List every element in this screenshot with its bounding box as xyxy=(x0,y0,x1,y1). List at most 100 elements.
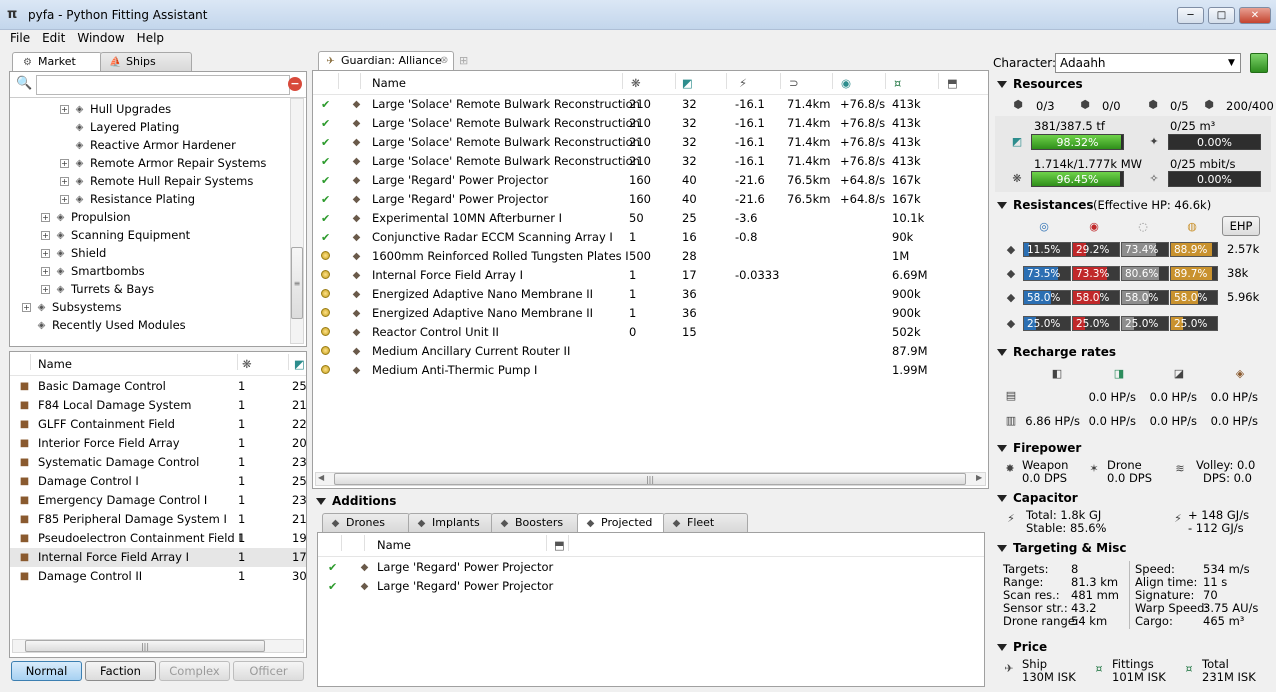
firepower-header[interactable]: Firepower xyxy=(997,441,1081,455)
resistances-header[interactable]: Resistances xyxy=(997,198,1094,212)
meta-faction-button[interactable]: Faction xyxy=(85,661,156,681)
projected-name-header[interactable]: Name xyxy=(377,533,411,557)
menu-file[interactable]: File xyxy=(4,30,36,46)
price-header-icon[interactable]: ¤ xyxy=(894,71,901,95)
cpu-header-icon[interactable]: ❋ xyxy=(631,71,641,95)
module-active-icon[interactable]: ✔ xyxy=(321,133,330,152)
close-button[interactable]: ✕ xyxy=(1239,7,1271,24)
expand-icon[interactable]: + xyxy=(41,267,50,276)
fit-module-row[interactable]: ✔ ◆ Large 'Solace' Remote Bulwark Reconstr… xyxy=(313,95,988,114)
module-active-icon[interactable]: ✔ xyxy=(328,577,337,596)
menu-window[interactable]: Window xyxy=(71,30,130,46)
fit-module-row[interactable]: ✔ ◆ Large 'Solace' Remote Bulwark Reconstr… xyxy=(313,152,988,171)
market-item-row[interactable]: ■ Systematic Damage Control 1 23 xyxy=(10,453,306,472)
module-online-icon[interactable] xyxy=(321,323,330,342)
expand-icon[interactable]: + xyxy=(60,195,69,204)
fit-module-row[interactable]: ✔ ◆ Large 'Regard' Power Projector 160 40 -21… xyxy=(313,190,988,209)
tab-ships[interactable]: ⛵ Ships xyxy=(100,52,192,71)
recharge-header[interactable]: Recharge rates xyxy=(997,345,1116,359)
repair-header-icon[interactable]: ◉ xyxy=(841,71,851,95)
module-online-icon[interactable] xyxy=(321,266,330,285)
module-active-icon[interactable]: ✔ xyxy=(321,95,330,114)
ammo-header-icon[interactable]: ⬒ xyxy=(947,71,958,95)
fit-name-header[interactable]: Name xyxy=(372,71,406,95)
column-name-header[interactable]: Name xyxy=(38,352,72,376)
fit-module-row[interactable]: ✔ ◆ Large 'Regard' Power Projector 160 40 -21… xyxy=(313,171,988,190)
expand-icon[interactable]: + xyxy=(41,231,50,240)
resources-header[interactable]: Resources xyxy=(997,77,1083,91)
market-tree-scrollbar[interactable]: ≡ xyxy=(290,98,304,344)
expand-icon[interactable]: + xyxy=(22,303,31,312)
market-item-row[interactable]: ■ GLFF Containment Field 1 22 xyxy=(10,415,306,434)
minimize-button[interactable]: ─ xyxy=(1177,7,1204,24)
market-item-row[interactable]: ■ Damage Control I 1 25 xyxy=(10,472,306,491)
market-item-row[interactable]: ■ Basic Damage Control 1 25 xyxy=(10,377,306,396)
market-item-row[interactable]: ■ Interior Force Field Array 1 20 xyxy=(10,434,306,453)
module-active-icon[interactable]: ✔ xyxy=(321,114,330,133)
price-header[interactable]: Price xyxy=(997,640,1047,654)
character-editor-icon[interactable] xyxy=(1250,53,1268,73)
module-online-icon[interactable] xyxy=(321,342,330,361)
market-tree-item[interactable]: ◈ Reactive Armor Hardener xyxy=(60,136,236,154)
fit-module-row[interactable]: ◆ Internal Force Field Array I 1 17 -0.0333 6… xyxy=(313,266,988,285)
fit-module-row[interactable]: ✔ ◆ Large 'Solace' Remote Bulwark Reconstr… xyxy=(313,114,988,133)
market-items-hscrollbar[interactable]: ||| xyxy=(12,639,304,653)
ehp-toggle-button[interactable]: EHP xyxy=(1222,216,1260,236)
capacitor-header-icon[interactable]: ⚡ xyxy=(739,71,747,95)
module-online-icon[interactable] xyxy=(321,304,330,323)
market-tree-item[interactable]: ◈ Layered Plating xyxy=(60,118,180,136)
fit-module-row[interactable]: ◆ Energized Adaptive Nano Membrane II 1 36 9… xyxy=(313,285,988,304)
market-search-input[interactable] xyxy=(36,75,290,95)
damage-pattern-icon[interactable]: ◆ xyxy=(1003,316,1019,332)
projected-module-row[interactable]: ✔ ◆ Large 'Regard' Power Projector xyxy=(318,577,984,596)
market-tree-item[interactable]: + ◈ Resistance Plating xyxy=(60,190,195,208)
module-online-icon[interactable] xyxy=(321,247,330,266)
module-online-icon[interactable] xyxy=(321,361,330,380)
market-tree-item[interactable]: ◈ Recently Used Modules xyxy=(22,316,186,334)
module-active-icon[interactable]: ✔ xyxy=(321,171,330,190)
expand-icon[interactable]: + xyxy=(60,177,69,186)
fit-module-row[interactable]: ◆ Reactor Control Unit II 0 15 502k xyxy=(313,323,988,342)
market-item-row[interactable]: ■ Internal Force Field Array I 1 17 xyxy=(10,548,306,567)
market-item-row[interactable]: ■ Damage Control II 1 30 xyxy=(10,567,306,586)
module-active-icon[interactable]: ✔ xyxy=(321,209,330,228)
fit-module-row[interactable]: ✔ ◆ Large 'Solace' Remote Bulwark Reconstr… xyxy=(313,133,988,152)
clear-search-icon[interactable]: − xyxy=(288,77,302,91)
menu-edit[interactable]: Edit xyxy=(36,30,71,46)
fit-module-row[interactable]: ◆ 1600mm Reinforced Rolled Tungsten Plate… xyxy=(313,247,988,266)
market-item-row[interactable]: ■ Pseudoelectron Containment Field I 1 19 xyxy=(10,529,306,548)
tab-implants[interactable]: ◆ Implants xyxy=(408,513,493,532)
market-tree-item[interactable]: + ◈ Propulsion xyxy=(41,208,131,226)
capacitor-header[interactable]: Capacitor xyxy=(997,491,1078,505)
expand-icon[interactable]: + xyxy=(41,285,50,294)
market-item-row[interactable]: ■ Emergency Damage Control I 1 23 xyxy=(10,491,306,510)
expand-icon[interactable]: + xyxy=(41,249,50,258)
market-item-row[interactable]: ■ F85 Peripheral Damage System I 1 21 xyxy=(10,510,306,529)
tab-drones[interactable]: ◆ Drones xyxy=(322,513,410,532)
fitting-hscrollbar[interactable]: ◀ ||| ▶ xyxy=(315,472,986,486)
fit-module-row[interactable]: ◆ Medium Ancillary Current Router II 87.9M xyxy=(313,342,988,361)
powergrid-column-icon[interactable]: ◩ xyxy=(294,352,305,376)
close-tab-icon[interactable]: ⊗ xyxy=(440,52,448,70)
meta-complex-button[interactable]: Complex xyxy=(159,661,230,681)
targeting-header[interactable]: Targeting & Misc xyxy=(997,541,1127,555)
powergrid-header-icon[interactable]: ◩ xyxy=(682,71,693,95)
range-header-icon[interactable]: ⊃ xyxy=(789,71,799,95)
projected-module-row[interactable]: ✔ ◆ Large 'Regard' Power Projector xyxy=(318,558,984,577)
meta-normal-button[interactable]: Normal xyxy=(11,661,82,681)
market-tree-item[interactable]: + ◈ Smartbombs xyxy=(41,262,145,280)
expand-icon[interactable]: + xyxy=(60,105,69,114)
expand-icon[interactable]: + xyxy=(60,159,69,168)
character-select[interactable]: Adaahh ▼ xyxy=(1055,53,1241,73)
module-active-icon[interactable]: ✔ xyxy=(321,228,330,247)
fit-module-row[interactable]: ✔ ◆ Conjunctive Radar ECCM Scanning Array … xyxy=(313,228,988,247)
module-active-icon[interactable]: ✔ xyxy=(321,190,330,209)
market-tree-item[interactable]: + ◈ Remote Hull Repair Systems xyxy=(60,172,253,190)
expand-icon[interactable]: + xyxy=(41,213,50,222)
maximize-button[interactable]: □ xyxy=(1208,7,1235,24)
module-active-icon[interactable]: ✔ xyxy=(328,558,337,577)
market-tree-item[interactable]: + ◈ Turrets & Bays xyxy=(41,280,154,298)
additions-header[interactable]: Additions xyxy=(316,494,396,508)
cpu-column-icon[interactable]: ❋ xyxy=(242,352,252,376)
tab-projected[interactable]: ◆ Projected xyxy=(577,513,665,532)
